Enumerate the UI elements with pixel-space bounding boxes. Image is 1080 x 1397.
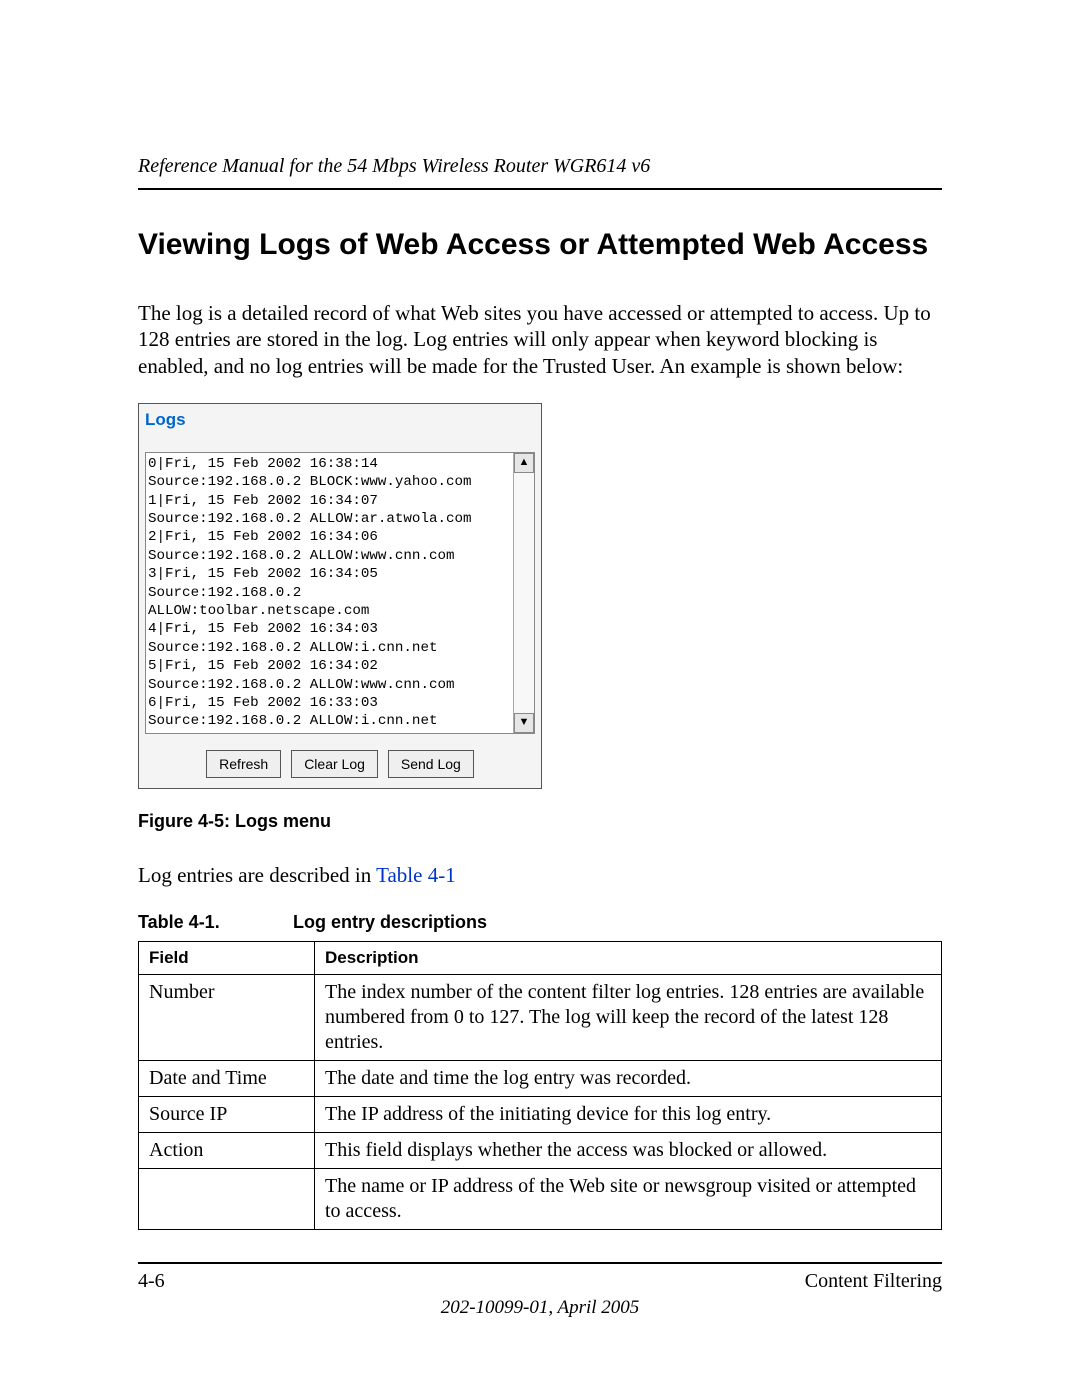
cell-desc: This field displays whether the access w… bbox=[315, 1133, 942, 1169]
table-row: The name or IP address of the Web site o… bbox=[139, 1169, 942, 1230]
page-footer: 4-6 Content Filtering 202-10099-01, Apri… bbox=[138, 1262, 942, 1319]
log-textarea-wrap: 0|Fri, 15 Feb 2002 16:38:14 Source:192.1… bbox=[145, 452, 535, 734]
send-log-button[interactable]: Send Log bbox=[388, 750, 474, 778]
cell-field: Action bbox=[139, 1133, 315, 1169]
scroll-up-icon[interactable]: ▲ bbox=[514, 453, 534, 473]
cell-desc: The index number of the content filter l… bbox=[315, 975, 942, 1061]
cell-desc: The name or IP address of the Web site o… bbox=[315, 1169, 942, 1230]
cell-field: Source IP bbox=[139, 1097, 315, 1133]
scroll-track[interactable] bbox=[514, 473, 534, 713]
cell-field: Number bbox=[139, 975, 315, 1061]
table-reference-line: Log entries are described in Table 4-1 bbox=[138, 862, 942, 888]
log-entry-table: Field Description Number The index numbe… bbox=[138, 941, 942, 1230]
page-number: 4-6 bbox=[138, 1270, 165, 1293]
doc-id: 202-10099-01, April 2005 bbox=[138, 1297, 942, 1319]
table-caption: Table 4-1. Log entry descriptions bbox=[138, 912, 942, 933]
logs-panel-title: Logs bbox=[139, 404, 541, 430]
table-label: Table 4-1. bbox=[138, 912, 288, 933]
footer-section-name: Content Filtering bbox=[805, 1270, 942, 1293]
table-title: Log entry descriptions bbox=[293, 912, 487, 932]
refresh-button[interactable]: Refresh bbox=[206, 750, 281, 778]
intro-paragraph: The log is a detailed record of what Web… bbox=[138, 300, 942, 379]
logs-button-row: Refresh Clear Log Send Log bbox=[139, 740, 541, 788]
scroll-down-icon[interactable]: ▼ bbox=[514, 713, 534, 733]
cell-desc: The date and time the log entry was reco… bbox=[315, 1061, 942, 1097]
cell-desc: The IP address of the initiating device … bbox=[315, 1097, 942, 1133]
log-scrollbar[interactable]: ▲ ▼ bbox=[513, 453, 534, 733]
th-field: Field bbox=[139, 942, 315, 975]
table-ref-prefix: Log entries are described in bbox=[138, 863, 376, 887]
table-row: Action This field displays whether the a… bbox=[139, 1133, 942, 1169]
section-heading: Viewing Logs of Web Access or Attempted … bbox=[138, 228, 942, 262]
cell-field: Date and Time bbox=[139, 1061, 315, 1097]
table-ref-link[interactable]: Table 4-1 bbox=[376, 863, 456, 887]
table-row: Number The index number of the content f… bbox=[139, 975, 942, 1061]
table-row: Date and Time The date and time the log … bbox=[139, 1061, 942, 1097]
cell-field bbox=[139, 1169, 315, 1230]
table-row: Source IP The IP address of the initiati… bbox=[139, 1097, 942, 1133]
clear-log-button[interactable]: Clear Log bbox=[291, 750, 378, 778]
th-description: Description bbox=[315, 942, 942, 975]
running-header: Reference Manual for the 54 Mbps Wireles… bbox=[138, 155, 942, 190]
logs-screenshot: Logs 0|Fri, 15 Feb 2002 16:38:14 Source:… bbox=[138, 403, 542, 789]
log-textarea[interactable]: 0|Fri, 15 Feb 2002 16:38:14 Source:192.1… bbox=[146, 453, 514, 733]
figure-caption: Figure 4-5: Logs menu bbox=[138, 811, 942, 832]
